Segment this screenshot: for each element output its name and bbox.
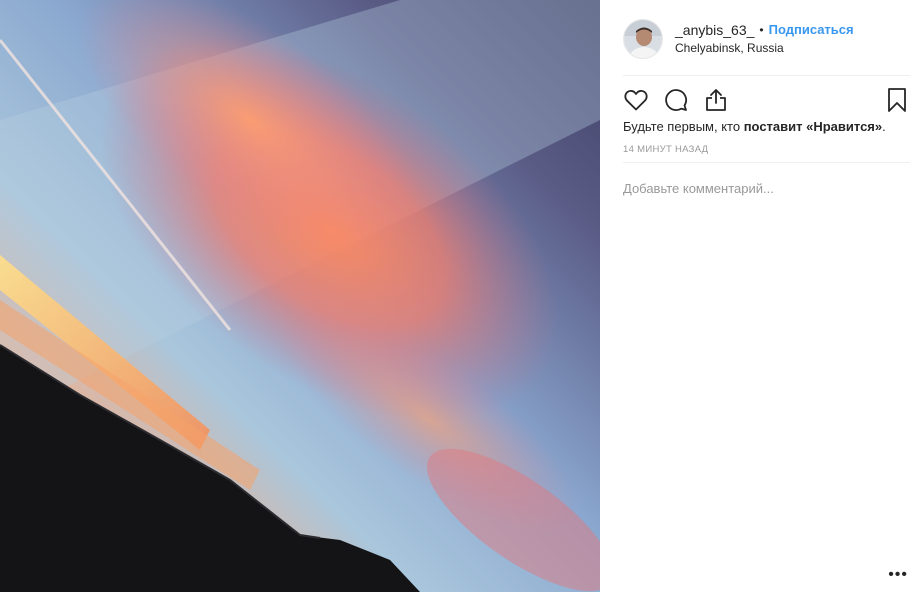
action-bar	[623, 78, 910, 122]
avatar-image	[624, 19, 662, 58]
post-page: _anybis_63_ • Подписаться Chelyabinsk, R…	[0, 0, 922, 592]
likes-prefix: Будьте первым, кто	[623, 119, 744, 134]
separator-dot: •	[759, 23, 764, 37]
follow-button[interactable]: Подписаться	[769, 21, 854, 39]
more-options-button[interactable]: •••	[888, 567, 908, 583]
user-block: _anybis_63_ • Подписаться Chelyabinsk, R…	[675, 21, 854, 56]
likes-suffix: .	[882, 119, 886, 134]
post-header: _anybis_63_ • Подписаться Chelyabinsk, R…	[623, 0, 910, 76]
post-side-panel: _anybis_63_ • Подписаться Chelyabinsk, R…	[600, 0, 922, 592]
avatar[interactable]	[623, 18, 663, 59]
post-timestamp[interactable]: 14 минут назад	[623, 144, 910, 163]
share-icon[interactable]	[703, 87, 729, 113]
comment-icon[interactable]	[663, 87, 689, 113]
comment-input[interactable]: Добавьте комментарий...	[623, 180, 910, 198]
heart-icon[interactable]	[623, 87, 649, 113]
like-cta-link[interactable]: поставит «Нравится»	[744, 119, 882, 134]
likes-text: Будьте первым, кто поставит «Нравится».	[623, 118, 910, 136]
username-link[interactable]: _anybis_63_	[675, 21, 754, 39]
user-line: _anybis_63_ • Подписаться	[675, 21, 854, 39]
bookmark-icon[interactable]	[884, 87, 910, 113]
post-photo[interactable]	[0, 0, 600, 592]
location-link[interactable]: Chelyabinsk, Russia	[675, 40, 854, 56]
sunset-sky-image	[0, 0, 600, 592]
